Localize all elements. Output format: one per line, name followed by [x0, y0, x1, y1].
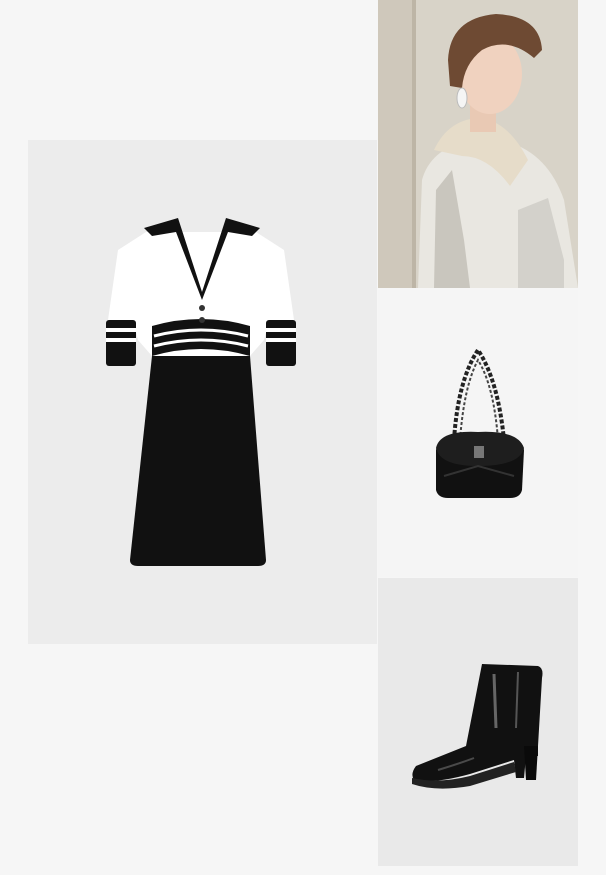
boot-product-image	[378, 578, 578, 866]
bag-product-image	[378, 290, 578, 577]
model-photo	[378, 0, 578, 288]
boot-product-tile[interactable]	[378, 578, 578, 866]
model-photo-tile[interactable]	[378, 0, 578, 288]
bag-product-tile[interactable]	[378, 290, 578, 577]
dress-product-image	[28, 140, 377, 644]
dress-product-tile[interactable]	[28, 140, 377, 644]
